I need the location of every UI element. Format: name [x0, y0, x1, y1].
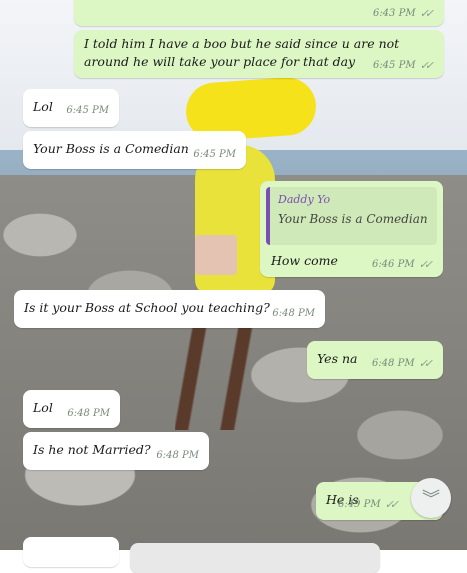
read-receipt-icon: ✓✓ [418, 258, 434, 271]
message-meta: 6:45 PM ✓✓ [373, 59, 434, 72]
read-receipt-icon: ✓✓ [384, 498, 400, 511]
quoted-sender: Daddy Yo [278, 193, 331, 206]
message-bubble[interactable]: Yes na 6:48 PM ✓✓ [307, 341, 443, 379]
message-time: 6:49 PM [337, 499, 381, 510]
read-receipt-icon: ✓✓ [419, 7, 435, 20]
message-bubble[interactable]: Your Boss is a Comedian 6:45 PM [23, 131, 246, 169]
message-meta: 6:43 PM ✓✓ [373, 7, 434, 20]
message-meta: 6:48 PM [156, 450, 199, 461]
chevron-double-down-icon: ︾ [422, 489, 440, 510]
read-receipt-icon: ✓✓ [418, 357, 434, 370]
message-bubble[interactable]: Lol 6:48 PM [23, 390, 120, 428]
message-meta: 6:48 PM [272, 308, 315, 319]
message-bubble-partial[interactable] [23, 537, 119, 567]
message-bubble[interactable]: 6:43 PM ✓✓ [74, 0, 444, 26]
message-meta: 6:48 PM [67, 408, 110, 419]
message-time: 6:43 PM [372, 8, 416, 19]
message-meta: 6:48 PM ✓✓ [372, 357, 433, 370]
message-time: 6:46 PM [371, 259, 415, 270]
message-meta: 6:49 PM ✓✓ [338, 498, 399, 511]
message-time: 6:48 PM [156, 450, 199, 461]
quoted-text: Your Boss is a Comedian [278, 212, 428, 226]
message-time: 6:45 PM [372, 60, 416, 71]
message-time: 6:45 PM [66, 105, 109, 116]
message-bubble[interactable]: I told him I have a boo but he said sinc… [74, 30, 444, 78]
quoted-reply[interactable]: Daddy Yo Your Boss is a Comedian [266, 187, 437, 245]
message-bubble[interactable]: Daddy Yo Your Boss is a Comedian How com… [260, 181, 443, 277]
message-bubble[interactable]: Is he not Married? 6:48 PM [23, 432, 209, 470]
message-bubble-partial[interactable] [130, 543, 380, 573]
message-time: 6:48 PM [67, 408, 110, 419]
wallpaper-handbag [195, 235, 237, 275]
message-time: 6:48 PM [272, 308, 315, 319]
message-text: Is it your Boss at School you teaching? [24, 300, 270, 315]
message-meta: 6:45 PM [193, 149, 236, 160]
message-meta: 6:46 PM ✓✓ [372, 258, 433, 271]
message-text: How come [271, 253, 338, 268]
message-meta: 6:45 PM [66, 105, 109, 116]
message-bubble[interactable]: Lol 6:45 PM [23, 89, 119, 127]
read-receipt-icon: ✓✓ [419, 59, 435, 72]
message-time: 6:48 PM [371, 358, 415, 369]
message-bubble[interactable]: Is it your Boss at School you teaching? … [14, 290, 325, 328]
message-time: 6:45 PM [193, 149, 236, 160]
scroll-to-bottom-button[interactable]: ︾ [411, 478, 451, 518]
